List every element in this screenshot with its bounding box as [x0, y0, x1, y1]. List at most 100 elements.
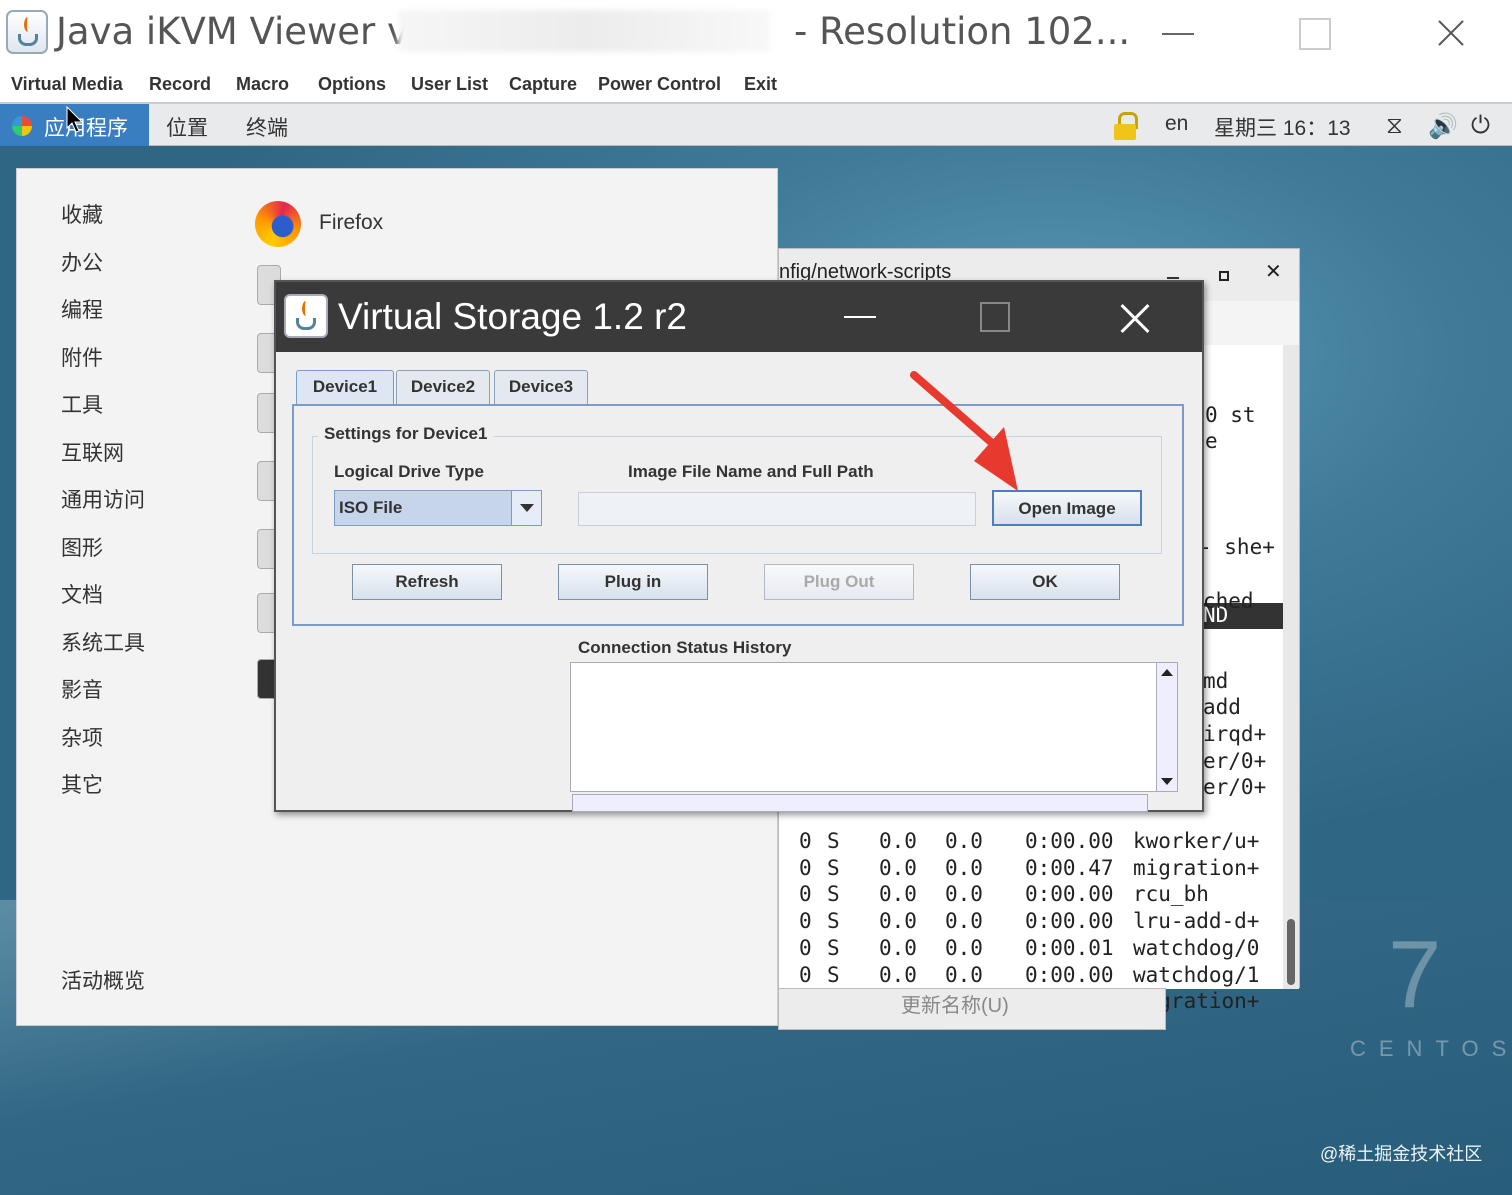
plug-out-button: Plug Out — [764, 564, 914, 600]
menu-power-control[interactable]: Power Control — [598, 74, 721, 95]
power-icon[interactable]: ⏻ — [1471, 112, 1490, 140]
places-menu[interactable]: 位置 — [166, 112, 208, 142]
process-cell: 0.0 — [945, 935, 983, 960]
menu-exit[interactable]: Exit — [744, 74, 777, 95]
minimize-button[interactable] — [1148, 8, 1208, 58]
ok-button[interactable]: OK — [970, 564, 1120, 600]
app-category-item[interactable]: 图形 — [61, 532, 103, 562]
process-cell: 0.0 — [879, 935, 917, 960]
process-cell: S — [827, 935, 840, 960]
process-cell: 0:00.00 — [1025, 962, 1114, 987]
history-vertical-scrollbar[interactable] — [1156, 662, 1178, 792]
process-cell: S — [827, 962, 840, 987]
plug-in-button[interactable]: Plug in — [558, 564, 708, 600]
app-category-item[interactable]: 编程 — [61, 294, 103, 324]
terminal-scrollbar-thumb[interactable] — [1287, 919, 1295, 985]
history-list[interactable] — [570, 662, 1160, 792]
app-category-item[interactable]: 收藏 — [61, 199, 103, 229]
maximize-button[interactable] — [1284, 8, 1344, 58]
gnome-topbar: 应用程序 位置 终端 en 星期三 16：13 ⧖ 🔊 ⏻ — [0, 104, 1512, 146]
terminal-fragment: md — [1203, 669, 1229, 693]
dialog-titlebar: Virtual Storage 1.2 r2 — [276, 282, 1202, 352]
volume-icon[interactable]: 🔊 — [1428, 112, 1458, 141]
java-icon — [284, 294, 328, 338]
menu-options[interactable]: Options — [318, 74, 386, 95]
dialog-minimize-button[interactable] — [844, 316, 876, 318]
terminal-fragment: 0 st — [1205, 403, 1256, 427]
activities-overview[interactable]: 活动概览 — [61, 965, 145, 995]
process-cell: 0.0 — [945, 855, 983, 880]
process-cell: 0 — [799, 962, 812, 987]
process-cell: 0.0 — [945, 909, 983, 934]
red-arrow-annotation — [910, 371, 1018, 491]
app-category-item[interactable]: 附件 — [61, 342, 103, 372]
terminal-scrollbar[interactable] — [1283, 345, 1299, 989]
tab-device3[interactable]: Device3 — [494, 370, 588, 404]
tab-device2[interactable]: Device2 — [396, 370, 490, 404]
app-category-item[interactable]: 其它 — [61, 769, 103, 799]
menu-user-list[interactable]: User List — [411, 74, 488, 95]
terminal-fragment: add — [1203, 695, 1241, 719]
process-cell: 0 — [799, 829, 812, 853]
process-cell: 0:00.00 — [1025, 909, 1114, 934]
terminal-fragment: irqd+ — [1203, 722, 1267, 746]
app-category-item[interactable]: 杂项 — [61, 722, 103, 752]
app-category-item[interactable]: 系统工具 — [61, 627, 145, 657]
terminal-maximize-button[interactable] — [1219, 271, 1229, 281]
clock[interactable]: 星期三 16：13 — [1214, 112, 1351, 142]
app-category-item[interactable]: 办公 — [61, 247, 103, 277]
history-label: Connection Status History — [576, 638, 794, 658]
process-cell: kworker/u+ — [1133, 829, 1260, 853]
watermark: @稀土掘金技术社区 — [1320, 1144, 1483, 1164]
process-cell: S — [827, 855, 840, 880]
scroll-down-icon[interactable] — [1161, 778, 1173, 785]
app-category-item[interactable]: 互联网 — [61, 437, 124, 467]
firefox-icon[interactable] — [255, 201, 301, 247]
terminal-menu[interactable]: 终端 — [246, 112, 288, 142]
terminal-minimize-button[interactable] — [1167, 277, 1179, 279]
dialog-maximize-button[interactable] — [980, 302, 1010, 332]
terminal-footer-bar: 更新名称(U) — [778, 988, 1166, 1030]
menu-capture[interactable]: Capture — [509, 74, 577, 95]
app-category-item[interactable]: 影音 — [61, 674, 103, 704]
redacted-title-region — [398, 10, 770, 52]
menu-macro[interactable]: Macro — [236, 74, 289, 95]
terminal-close-button[interactable]: ✕ — [1265, 259, 1282, 284]
terminal-fragment: er/0+ — [1203, 749, 1267, 773]
process-cell: S — [827, 909, 840, 934]
process-cell: 0.0 — [945, 882, 983, 907]
process-cell: migration+ — [1133, 855, 1260, 880]
app-category-item[interactable]: 工具 — [61, 389, 103, 419]
close-button[interactable] — [1420, 8, 1480, 58]
scroll-up-icon[interactable] — [1161, 669, 1173, 676]
chevron-down-icon[interactable] — [511, 491, 541, 525]
firefox-label[interactable]: Firefox — [319, 211, 383, 235]
terminal-fragment: - she+ — [1199, 535, 1275, 559]
process-cell: 0:00.01 — [1025, 935, 1114, 960]
network-icon[interactable]: ⧖ — [1386, 112, 1403, 140]
dialog-title: Virtual Storage 1.2 r2 — [338, 296, 687, 337]
viewer-title-suffix: - Resolution 102... — [794, 10, 1131, 53]
process-cell: 0.0 — [879, 882, 917, 907]
process-cell: 0.0 — [879, 829, 917, 853]
image-path-label: Image File Name and Full Path — [628, 462, 874, 481]
app-category-item[interactable]: 通用访问 — [61, 484, 145, 514]
update-name-button[interactable]: 更新名称(U) — [901, 989, 1009, 1018]
menu-virtual-media[interactable]: Virtual Media — [11, 74, 123, 95]
tab-device1[interactable]: Device1 — [296, 370, 394, 406]
process-cell: 0 — [799, 882, 812, 907]
history-horizontal-scrollbar[interactable] — [572, 794, 1148, 812]
keyboard-layout[interactable]: en — [1165, 112, 1188, 136]
drive-type-select[interactable]: ISO File — [334, 490, 542, 526]
process-cell: 0:00.00 — [1025, 829, 1114, 853]
menu-record[interactable]: Record — [149, 74, 211, 95]
drive-type-value: ISO File — [339, 498, 403, 517]
dialog-close-button[interactable] — [1116, 300, 1152, 336]
applications-label: 应用程序 — [44, 117, 128, 140]
app-category-item[interactable]: 文档 — [61, 579, 103, 609]
refresh-button[interactable]: Refresh — [352, 564, 502, 600]
gnome-foot-icon — [12, 116, 32, 136]
mouse-cursor-icon — [66, 106, 84, 133]
lock-icon[interactable] — [1114, 112, 1138, 140]
process-cell: 0.0 — [879, 855, 917, 880]
